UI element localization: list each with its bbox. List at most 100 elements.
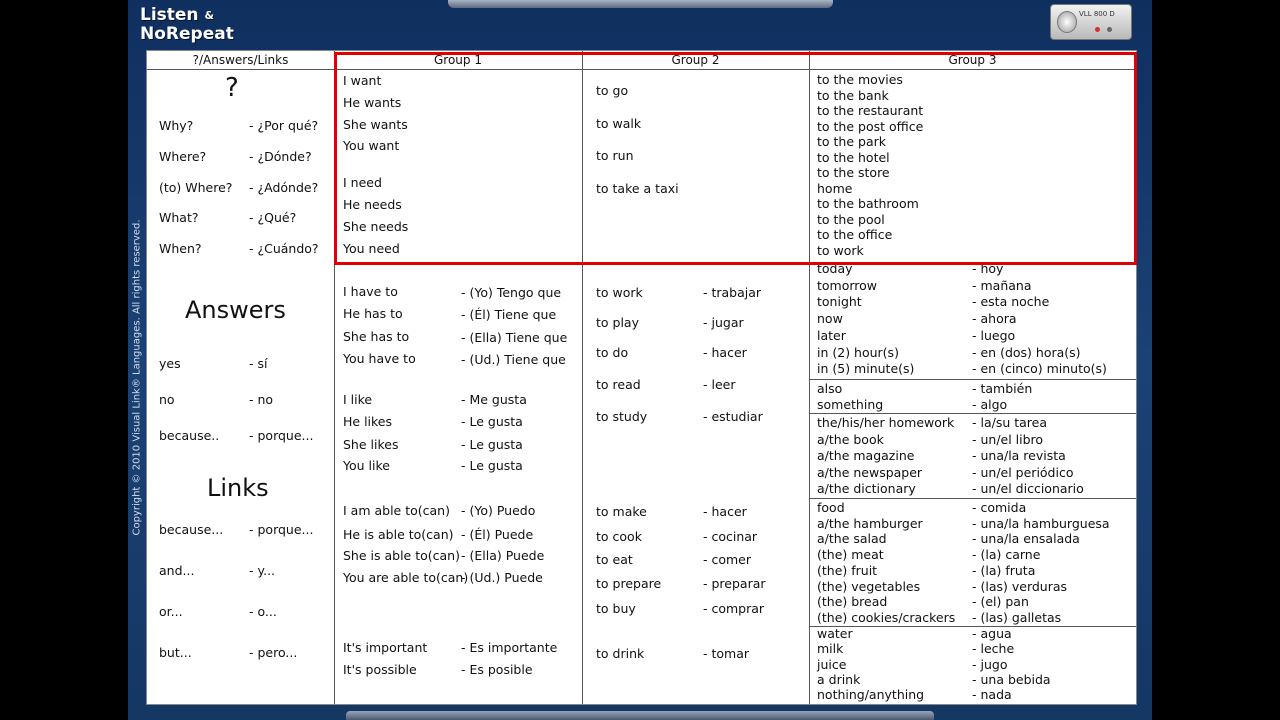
g3-drinks-es[interactable]: - agua [972,626,1012,641]
g3-drinks-en[interactable]: water [817,626,853,641]
g3-reading-es[interactable]: - un/el libro [972,432,1043,447]
question-en[interactable]: When? [159,241,202,256]
g1-like-en[interactable]: He likes [343,414,392,429]
g2-verb-en[interactable]: to read [596,377,641,392]
g1-like-en[interactable]: You like [343,458,390,473]
g3-reading-es[interactable]: - una/la revista [972,448,1066,463]
g3-drinks-en[interactable]: milk [817,641,843,656]
g1-like-es[interactable]: - Me gusta [461,392,527,407]
question-en[interactable]: What? [159,210,198,225]
g3-drinks-es[interactable]: - leche [972,641,1014,656]
answer-en[interactable]: because.. [159,428,219,443]
answer-es[interactable]: - no [249,392,273,407]
g3-reading-en[interactable]: a/the magazine [817,448,914,463]
g1-like-en[interactable]: She likes [343,437,398,452]
g3-food-en[interactable]: food [817,500,845,515]
g3-also-es[interactable]: - algo [972,397,1007,412]
g1-able-en[interactable]: He is able to(can) [343,527,454,542]
g3-reading-en[interactable]: a/the dictionary [817,481,916,496]
g1-impersonal-es[interactable]: - Es posible [461,662,533,677]
g3-food-es[interactable]: - comida [972,500,1026,515]
g1-able-es[interactable]: - (Él) Puede [461,527,533,542]
g3-drinks-es[interactable]: - una bebida [972,672,1051,687]
g3-food-en[interactable]: (the) meat [817,547,884,562]
g1-able-es[interactable]: - (Ud.) Puede [461,570,543,585]
g1-haveto-en[interactable]: He has to [343,306,403,321]
question-en[interactable]: Why? [159,118,193,133]
g1-haveto-es[interactable]: - (Él) Tiene que [461,307,556,322]
g3-reading-es[interactable]: - la/su tarea [972,415,1047,430]
link-en[interactable]: or... [159,604,183,619]
g2-verb-es[interactable]: - hacer [703,504,747,519]
link-es[interactable]: - pero... [249,645,297,660]
question-es[interactable]: - ¿Cuándo? [249,241,319,256]
g3-food-es[interactable]: - (el) pan [972,594,1029,609]
g3-time-es[interactable]: - ahora [972,311,1017,326]
g2-verb-en[interactable]: to buy [596,601,636,616]
g3-food-es[interactable]: - una/la hamburguesa [972,516,1110,531]
g3-food-es[interactable]: - una/la ensalada [972,531,1080,546]
g3-food-en[interactable]: a/the salad [817,531,887,546]
g3-time-es[interactable]: - en (dos) hora(s) [972,345,1081,360]
g1-like-es[interactable]: - Le gusta [461,414,523,429]
link-en[interactable]: and... [159,563,194,578]
g2-verb-en[interactable]: to eat [596,552,633,567]
g3-time-en[interactable]: tomorrow [817,278,877,293]
g2-verb-es[interactable]: - cocinar [703,529,757,544]
link-en[interactable]: but... [159,645,192,660]
g1-impersonal-en[interactable]: It's important [343,640,427,655]
g1-haveto-en[interactable]: You have to [343,351,416,366]
question-en[interactable]: Where? [159,149,206,164]
top-handle[interactable] [448,0,833,8]
g1-haveto-es[interactable]: - (Ella) Tiene que [461,330,567,345]
g3-food-en[interactable]: (the) cookies/crackers [817,610,955,625]
g3-reading-en[interactable]: a/the newspaper [817,465,922,480]
g2-verb-en[interactable]: to make [596,504,647,519]
question-es[interactable]: - ¿Qué? [249,210,296,225]
g3-time-en[interactable]: later [817,328,846,343]
g3-drinks-en[interactable]: juice [817,657,846,672]
g3-food-es[interactable]: - (las) verduras [972,579,1067,594]
g2-verb-es[interactable]: - hacer [703,345,747,360]
g2-verb-en[interactable]: to work [596,285,643,300]
g3-drinks-es[interactable]: - nada [972,687,1012,702]
g1-haveto-es[interactable]: - (Yo) Tengo que [461,285,561,300]
g1-able-en[interactable]: You are able to(can) [343,570,468,585]
g3-food-es[interactable]: - (la) fruta [972,563,1035,578]
g2-verb-en[interactable]: to cook [596,529,642,544]
g2-verb-es[interactable]: - comprar [703,601,764,616]
g1-able-en[interactable]: I am able to(can) [343,503,450,518]
g2-verb-en[interactable]: to play [596,315,639,330]
g1-impersonal-es[interactable]: - Es importante [461,640,557,655]
answer-es[interactable]: - sí [249,356,267,371]
g3-time-es[interactable]: - esta noche [972,294,1049,309]
g3-time-es[interactable]: - mañana [972,278,1032,293]
g3-food-en[interactable]: (the) fruit [817,563,877,578]
g3-food-es[interactable]: - (la) carne [972,547,1040,562]
g3-reading-es[interactable]: - un/el diccionario [972,481,1084,496]
g2-verb-en[interactable]: to drink [596,646,644,661]
answer-en[interactable]: yes [159,356,181,371]
g3-also-es[interactable]: - también [972,381,1032,396]
device-widget[interactable]: VLL 800 D [1050,4,1132,40]
g1-able-es[interactable]: - (Yo) Puedo [461,503,535,518]
g3-drinks-en[interactable]: a drink [817,672,860,687]
g3-food-en[interactable]: (the) bread [817,594,887,609]
g3-food-en[interactable]: (the) vegetables [817,579,920,594]
g2-verb-en[interactable]: to do [596,345,628,360]
g3-food-en[interactable]: a/the hamburger [817,516,923,531]
link-es[interactable]: - y... [249,563,275,578]
g3-time-en[interactable]: in (5) minute(s) [817,361,914,376]
g2-verb-es[interactable]: - tomar [703,646,749,661]
g3-drinks-en[interactable]: nothing/anything [817,687,924,702]
g3-time-es[interactable]: - luego [972,328,1015,343]
link-es[interactable]: - porque... [249,522,313,537]
g1-like-es[interactable]: - Le gusta [461,437,523,452]
g3-time-en[interactable]: tonight [817,294,862,309]
g2-verb-es[interactable]: - comer [703,552,751,567]
g1-like-en[interactable]: I like [343,392,372,407]
bottom-handle[interactable] [346,711,934,720]
g1-impersonal-en[interactable]: It's possible [343,662,417,677]
g3-drinks-es[interactable]: - jugo [972,657,1007,672]
g3-reading-es[interactable]: - un/el periódico [972,465,1074,480]
